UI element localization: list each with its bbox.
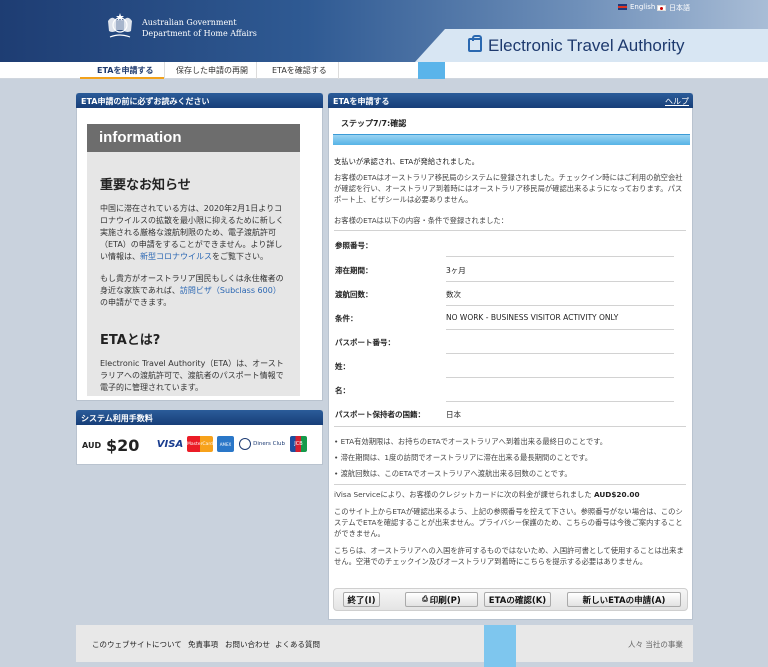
row-divider [446, 256, 674, 257]
approved-message: 支払いが承認され、ETAが発給されました。 [334, 157, 479, 166]
nav-tab-resume[interactable]: 保存した申請の再開 [176, 65, 248, 76]
eta-description: Electronic Travel Authority（ETA）は、オーストラリ… [100, 359, 284, 392]
decorative-bar [484, 625, 516, 667]
diners-circle-icon [239, 438, 252, 450]
lang-english-label: English [630, 3, 656, 11]
nav-separator [256, 62, 257, 79]
nav-tab-apply[interactable]: ETAを申請する [97, 65, 154, 76]
nationality-label: パスポート保持者の国籍： [335, 410, 425, 419]
row-divider [446, 305, 674, 306]
fee-panel-title: システム利用手数料 [76, 410, 323, 425]
lang-japanese-label: 日本語 [669, 4, 690, 12]
notice-heading: 重要なお知らせ [100, 178, 191, 193]
print-button[interactable]: ⎙ 印刷(P) [405, 592, 478, 607]
passport-bag-icon [468, 35, 482, 52]
help-link[interactable]: ヘルプ [665, 96, 689, 107]
jcb-card-icon: JCB [290, 436, 307, 452]
lang-japanese-link[interactable]: 日本語 [657, 3, 690, 13]
check-eta-button[interactable]: ETAの確認(K) [484, 592, 551, 607]
decorative-bar [418, 62, 445, 79]
step-indicator: ステップ7/7:確認 [341, 119, 407, 128]
active-tab-indicator [80, 77, 164, 79]
apply-eta-panel-title: ETAを申請する [333, 97, 390, 106]
entries-label: 渡航回数： [335, 290, 373, 299]
lang-english-link[interactable]: English [618, 3, 655, 11]
new-eta-button[interactable]: 新しいETAの申請(A) [567, 592, 681, 607]
nav-tab-check[interactable]: ETAを確認する [272, 65, 327, 76]
gov-line-1: Australian Government [142, 18, 237, 27]
finish-button[interactable]: 終了(I) [343, 592, 380, 607]
visitor-visa-link[interactable]: 訪問ビザ（Subclass 600） [180, 286, 281, 295]
row-divider [446, 281, 674, 282]
visa-card-icon: VISA [156, 438, 184, 450]
amex-card-icon: AMEX [217, 436, 234, 452]
nav-separator [338, 62, 339, 79]
diners-club-icon: Diners Club [237, 436, 285, 452]
conditions-message: お客様のETAは以下の内容・条件で登録されました： [334, 216, 509, 225]
conditions-value: NO WORK - BUSINESS VISITOR ACTIVITY ONLY [446, 313, 619, 322]
row-divider [446, 377, 674, 378]
gov-line-2: Department of Home Affairs [142, 29, 257, 38]
list-item: 滞在期間は、1度の訪問でオーストラリアに滞在出来る最長期間のことです。 [334, 450, 686, 466]
list-item: 渡航回数は、このETAでオーストラリアへ渡航出来る回数のことです。 [334, 466, 686, 482]
fee-amount: $20 [106, 436, 140, 455]
gov-logo-text: Australian Government Department of Home… [142, 17, 257, 39]
fee-currency: AUD [82, 441, 102, 450]
site-header: Australian Government Department of Home… [0, 0, 768, 62]
print-button-label: 印刷(P) [429, 595, 461, 606]
list-item: ETA有効期限は、お持ちのETAでオーストラリアへ到着出来る最終日のことです。 [334, 434, 686, 450]
notice-paragraph-2: もし貴方がオーストラリア国民もしくは永住権者の身近な家族であれば、訪問ビザ（Su… [100, 274, 284, 307]
passport-number-label: パスポート番号： [335, 338, 395, 347]
information-banner: information [87, 124, 300, 152]
notice-paragraph-1: 中国に滞在されている方は、2020年2月1日よりコロナウイルスの拡散を最小限に抑… [100, 204, 284, 261]
row-divider [446, 401, 674, 402]
row-divider [334, 484, 686, 485]
notes-list: ETA有効期限は、お持ちのETAでオーストラリアへ到着出来る最終日のことです。 … [334, 434, 686, 482]
uk-flag-icon [618, 4, 627, 10]
footer-link-contact[interactable]: お問い合わせ [225, 639, 270, 650]
read-before-panel-title: ETA申請の前に必ずお読みください [76, 93, 323, 108]
information-card[interactable]: information 重要なお知らせ 中国に滞在されている方は、2020年2月… [87, 124, 300, 396]
registered-message: お客様のETAはオーストラリア移民局のシステムに登録されました。チェックイン時に… [334, 173, 683, 204]
stay-period-label: 滞在期間： [335, 266, 373, 275]
charge-line: iVisa Serviceにより、お客様のクレジットカードに次の料金が課せられま… [334, 489, 686, 500]
reference-note: このサイト上からETAが確認出来るよう、上記の参照番号を控えて下さい。参照番号が… [334, 507, 683, 538]
reference-number-label: 参照番号： [335, 241, 373, 250]
nav-separator [164, 62, 165, 79]
footer-link-about[interactable]: このウェブサイトについて [92, 639, 182, 650]
nationality-value: 日本 [446, 410, 461, 419]
mastercard-icon: MasterCard [187, 436, 213, 452]
japan-flag-icon [657, 5, 666, 11]
diners-label: Diners Club [253, 441, 285, 447]
footer-link-disclaimer[interactable]: 免責事項 [188, 639, 218, 650]
progress-bar [333, 134, 690, 145]
printer-icon: ⎙ [422, 595, 428, 603]
footer-link-faq[interactable]: よくある質問 [275, 639, 320, 650]
charge-amount: AUD$20.00 [593, 490, 640, 499]
entries-value: 数次 [446, 290, 461, 299]
given-name-label: 名： [335, 386, 350, 395]
row-divider [334, 230, 686, 231]
app-title: Electronic Travel Authority [488, 36, 685, 55]
conditions-label: 条件： [335, 314, 358, 323]
coat-of-arms-icon [108, 13, 132, 38]
footer-right-text[interactable]: 人々 当社の事業 [628, 639, 683, 650]
stay-period-value: 3ヶ月 [446, 266, 466, 275]
entry-note: こちらは、オーストラリアへの入国を許可するものではないため、入国許可書として使用… [334, 546, 684, 566]
charge-text: iVisa Serviceにより、お客様のクレジットカードに次の料金が課せられま… [334, 490, 592, 499]
row-divider [334, 426, 686, 427]
apply-eta-panel-header: ETAを申請する ヘルプ [328, 93, 693, 108]
row-divider [446, 353, 674, 354]
row-divider [446, 329, 674, 330]
eta-heading: ETAとは? [100, 333, 161, 348]
covid-link[interactable]: 新型コロナウイルス [140, 252, 212, 261]
surname-label: 姓： [335, 362, 350, 371]
